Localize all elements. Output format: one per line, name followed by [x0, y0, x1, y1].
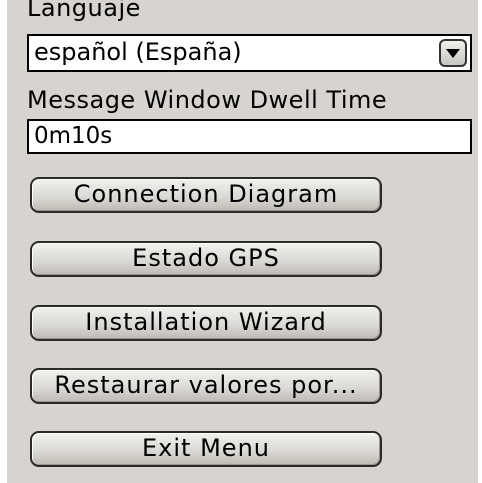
connection-diagram-button[interactable]: Connection Diagram [30, 177, 382, 213]
installation-wizard-button[interactable]: Installation Wizard [30, 305, 382, 341]
language-label: Languaje [27, 0, 141, 22]
dropdown-button[interactable] [439, 39, 467, 67]
chevron-down-icon [446, 49, 460, 58]
exit-menu-button[interactable]: Exit Menu [30, 431, 382, 467]
dwell-time-input[interactable]: 0m10s [27, 119, 472, 154]
dwell-time-label: Message Window Dwell Time [27, 86, 388, 114]
language-selected-value: español (España) [34, 38, 242, 66]
restore-defaults-button[interactable]: Restaurar valores por... [30, 368, 382, 404]
language-select[interactable]: español (España) [27, 34, 472, 72]
dwell-time-value: 0m10s [34, 123, 113, 149]
gps-status-button[interactable]: Estado GPS [30, 241, 382, 277]
